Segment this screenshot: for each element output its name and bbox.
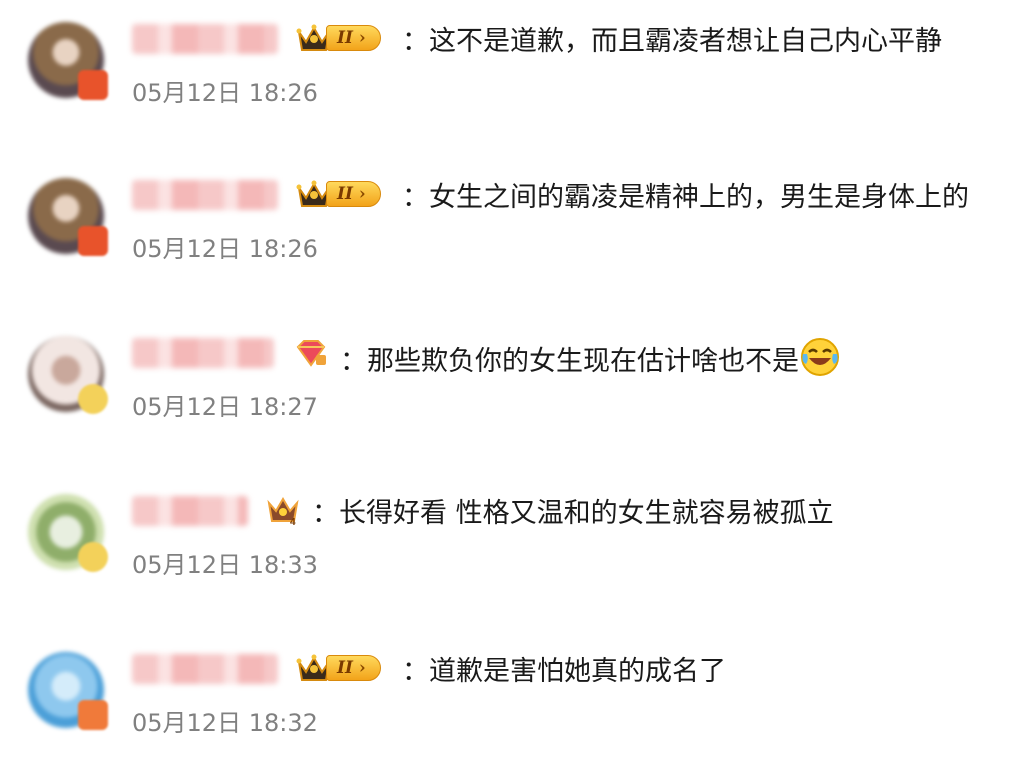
- avatar-verified-badge: [78, 700, 108, 730]
- avatar-verified-badge: [78, 70, 108, 100]
- chevron-right-icon: ›: [358, 28, 366, 48]
- comment-text: ：这不是道歉，而且霸凌者想让自己内心平静: [402, 22, 942, 62]
- username-redacted[interactable]: [132, 338, 274, 368]
- comment-item: ：那些欺负你的女生现在估计啥也不是 05月12日 18:27: [0, 316, 1024, 466]
- vip-badge[interactable]: 4: [266, 492, 300, 528]
- username-redacted[interactable]: [132, 654, 278, 684]
- timestamp: 05月12日 18:26: [132, 79, 318, 107]
- separator: ：: [312, 498, 339, 529]
- vip-badge[interactable]: II ›: [296, 20, 381, 56]
- gem-crown-icon: [296, 340, 326, 367]
- avatar-verified-badge: [78, 226, 108, 256]
- level-tag: II ›: [326, 655, 381, 681]
- vip-badge[interactable]: II ›: [296, 176, 381, 212]
- chevron-right-icon: ›: [358, 658, 366, 678]
- comment-text: ：女生之间的霸凌是精神上的，男生是身体上的: [402, 178, 969, 218]
- separator: ：: [340, 346, 367, 377]
- timestamp: 05月12日 18:32: [132, 709, 318, 737]
- gem-crown-icon: 4: [267, 497, 299, 527]
- comment-body: 那些欺负你的女生现在估计啥也不是: [367, 346, 799, 377]
- chevron-right-icon: ›: [358, 184, 366, 204]
- svg-text:4: 4: [290, 517, 296, 527]
- timestamp: 05月12日 18:33: [132, 551, 318, 579]
- separator: ：: [402, 656, 429, 687]
- comment-item: II › ：道歉是害怕她真的成名了 05月12日 18:32: [0, 632, 1024, 782]
- comment-body: 长得好看 性格又温和的女生就容易被孤立: [339, 498, 834, 529]
- level-tag: II ›: [326, 181, 381, 207]
- comment-body: 道歉是害怕她真的成名了: [429, 656, 726, 687]
- separator: ：: [402, 26, 429, 57]
- comment-text: ：道歉是害怕她真的成名了: [402, 652, 726, 692]
- separator: ：: [402, 182, 429, 213]
- comment-item: II › ：女生之间的霸凌是精神上的，男生是身体上的 05月12日 18:26: [0, 158, 1024, 308]
- comment-body: 这不是道歉，而且霸凌者想让自己内心平静: [429, 26, 942, 57]
- username-redacted[interactable]: [132, 496, 248, 526]
- timestamp: 05月12日 18:26: [132, 235, 318, 263]
- comment-item: II › ：这不是道歉，而且霸凌者想让自己内心平静 05月12日 18:26: [0, 2, 1024, 152]
- timestamp: 05月12日 18:27: [132, 393, 318, 421]
- comment-text: ：长得好看 性格又温和的女生就容易被孤立: [312, 494, 834, 534]
- username-redacted[interactable]: [132, 24, 278, 54]
- comment-list: II › ：这不是道歉，而且霸凌者想让自己内心平静 05月12日 18:26 II…: [0, 0, 1024, 756]
- comment-body: 女生之间的霸凌是精神上的，男生是身体上的: [429, 182, 969, 213]
- laugh-cry-emoji-icon: [801, 338, 839, 376]
- avatar-verified-badge: [78, 384, 108, 414]
- comment-text: ：那些欺负你的女生现在估计啥也不是: [340, 336, 841, 382]
- vip-badge[interactable]: II ›: [296, 650, 381, 686]
- vip-badge[interactable]: [294, 334, 328, 370]
- username-redacted[interactable]: [132, 180, 278, 210]
- comment-item: 4 ：长得好看 性格又温和的女生就容易被孤立 05月12日 18:33: [0, 474, 1024, 624]
- avatar-verified-badge: [78, 542, 108, 572]
- level-tag: II ›: [326, 25, 381, 51]
